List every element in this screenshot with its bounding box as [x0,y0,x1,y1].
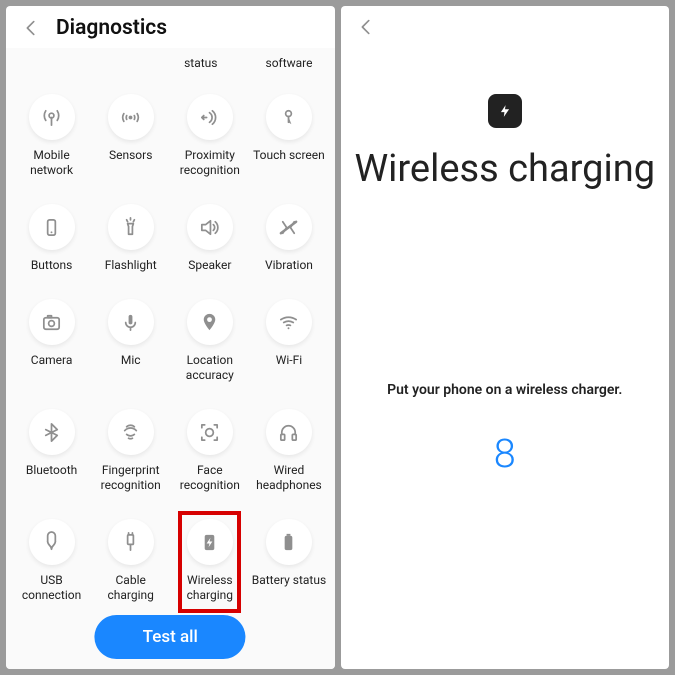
usb-icon [29,519,75,565]
diag-item-sensors[interactable]: Sensors [91,84,170,194]
buttons-icon [29,204,75,250]
diag-item-label: Camera [31,353,73,368]
proximity-icon [187,94,233,140]
speaker-icon [187,204,233,250]
wc-title: Wireless charging [354,148,655,192]
headphones-icon [266,409,312,455]
diag-item-label: Bluetooth [26,463,77,478]
prev-row-labels: status software [6,48,335,84]
diagnostics-list[interactable]: status software Mobile network Sensors Pro… [6,48,335,669]
wifi-icon [266,299,312,345]
diag-item-cable-charging[interactable]: Cable charging [91,509,170,619]
diag-item-usb-connection[interactable]: USB connection [12,509,91,619]
diag-item-bluetooth[interactable]: Bluetooth [12,399,91,509]
camera-icon [29,299,75,345]
diag-item-vibration[interactable]: Vibration [249,194,328,289]
wireless-charging-icon [488,94,522,128]
diag-item-buttons[interactable]: Buttons [12,194,91,289]
page-title: Diagnostics [56,16,167,40]
wc-instruction: Put your phone on a wireless charger. [387,382,622,398]
sublabel-status: status [184,56,217,70]
diag-item-speaker[interactable]: Speaker [170,194,249,289]
wireless-charging-screen: Wireless charging Put your phone on a wi… [341,6,670,669]
diag-item-label: Vibration [265,258,313,273]
back-icon[interactable] [20,17,42,39]
battery-icon [266,519,312,565]
diag-item-label: Touch screen [253,148,325,163]
sublabel-software: software [266,56,313,70]
diag-item-label: Mic [121,353,141,368]
wc-body: Wireless charging Put your phone on a wi… [341,46,670,669]
location-icon [187,299,233,345]
highlight-box [178,511,241,613]
diag-item-proximity[interactable]: Proximity recognition [170,84,249,194]
cable-charging-icon [108,519,154,565]
diag-item-label: Proximity recognition [172,148,247,178]
diag-item-label: Flashlight [105,258,157,273]
diag-item-label: Cable charging [93,573,168,603]
diag-item-label: Mobile network [14,148,89,178]
diag-item-label: USB connection [14,573,89,603]
diagnostics-header: Diagnostics [6,6,335,48]
diag-item-label: Speaker [188,258,231,273]
touch-icon [266,94,312,140]
bluetooth-icon [29,409,75,455]
diag-item-fingerprint[interactable]: Fingerprint recognition [91,399,170,509]
diag-item-location-accuracy[interactable]: Location accuracy [170,289,249,399]
diag-item-mic[interactable]: Mic [91,289,170,399]
diag-item-flashlight[interactable]: Flashlight [91,194,170,289]
antenna-icon [29,94,75,140]
diag-item-touch-screen[interactable]: Touch screen [249,84,328,194]
fingerprint-icon [108,409,154,455]
diag-item-face-recognition[interactable]: Face recognition [170,399,249,509]
test-all-button[interactable]: Test all [95,615,246,659]
vibration-icon [266,204,312,250]
diag-item-label: Battery status [252,573,326,588]
wc-header [341,6,670,46]
diag-item-label: Face recognition [172,463,247,493]
diag-item-label: Buttons [31,258,73,273]
diag-item-wireless-charging[interactable]: Wireless charging [170,509,249,619]
diag-item-battery-status[interactable]: Battery status [249,509,328,619]
diag-item-mobile-network[interactable]: Mobile network [12,84,91,194]
diag-item-label: Wired headphones [251,463,326,493]
diag-item-label: Wi-Fi [276,353,302,368]
diag-item-camera[interactable]: Camera [12,289,91,399]
diag-item-label: Sensors [109,148,152,163]
diag-item-wifi[interactable]: Wi-Fi [249,289,328,399]
flashlight-icon [108,204,154,250]
wc-countdown: 8 [494,430,516,477]
diag-item-wired-headphones[interactable]: Wired headphones [249,399,328,509]
diagnostics-screen: Diagnostics status software Mobile netwo… [6,6,335,669]
sensors-icon [108,94,154,140]
mic-icon [108,299,154,345]
back-icon[interactable] [355,16,377,38]
diag-item-label: Fingerprint recognition [93,463,168,493]
diag-item-label: Location accuracy [172,353,247,383]
face-icon [187,409,233,455]
